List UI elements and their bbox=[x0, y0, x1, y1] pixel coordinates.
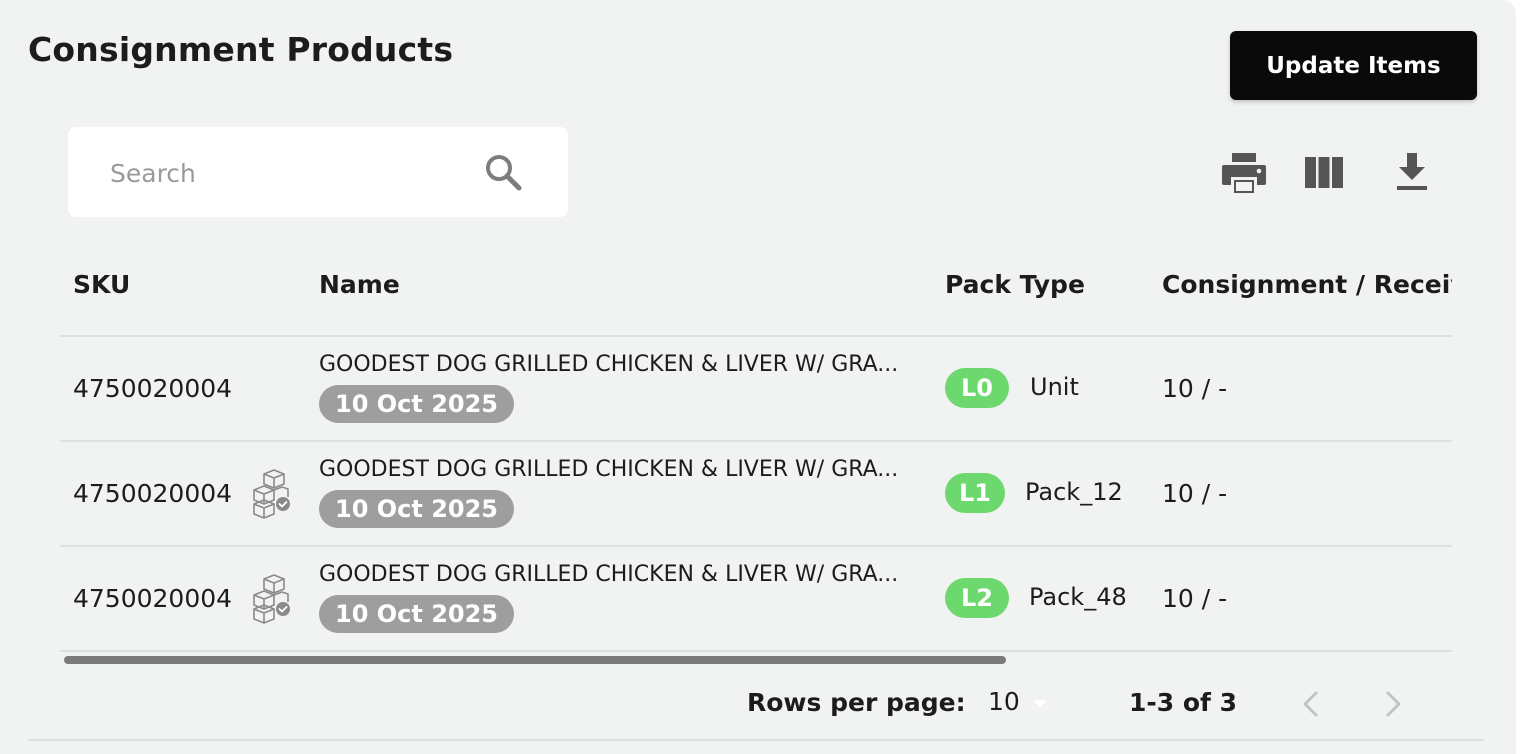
scrollbar-thumb[interactable] bbox=[64, 656, 1006, 664]
level-badge: L2 bbox=[945, 578, 1009, 618]
divider bbox=[28, 739, 1484, 741]
rows-per-page-select[interactable]: 10 bbox=[988, 684, 1058, 724]
quantity-cell: 10 / - bbox=[1162, 479, 1228, 508]
columns-icon[interactable] bbox=[1301, 150, 1347, 196]
pack-type-cell: Pack_48 bbox=[1029, 583, 1127, 611]
horizontal-scrollbar[interactable] bbox=[60, 656, 1452, 664]
column-header-consignment-received[interactable]: Consignment / Receiv bbox=[1162, 270, 1452, 299]
date-badge: 10 Oct 2025 bbox=[319, 385, 515, 423]
pack-type-cell: Unit bbox=[1030, 373, 1079, 401]
search-icon[interactable] bbox=[482, 151, 526, 195]
download-icon[interactable] bbox=[1389, 150, 1435, 196]
column-header-name[interactable]: Name bbox=[319, 270, 400, 299]
quantity-cell: 10 / - bbox=[1162, 584, 1228, 613]
previous-page-icon[interactable] bbox=[1294, 686, 1330, 722]
table-row[interactable]: 4750020004 GOODEST DOG GRILLED CHICKEN &… bbox=[60, 547, 1452, 651]
sku-cell: 4750020004 bbox=[73, 479, 233, 508]
divider bbox=[60, 650, 1452, 652]
sku-cell: 4750020004 bbox=[73, 374, 233, 403]
consignment-products-card: Consignment Products Update Items Search… bbox=[0, 0, 1516, 754]
rows-per-page-label: Rows per page: bbox=[747, 688, 966, 717]
table-row[interactable]: 4750020004 GOODEST DOG GRILLED CHICKEN &… bbox=[60, 337, 1452, 441]
print-icon[interactable] bbox=[1221, 150, 1267, 196]
level-badge: L0 bbox=[945, 368, 1009, 408]
update-items-button[interactable]: Update Items bbox=[1230, 31, 1477, 100]
next-page-icon[interactable] bbox=[1374, 686, 1410, 722]
table-row[interactable]: 4750020004 GOODEST DOG GRILLED CHICKEN &… bbox=[60, 442, 1452, 546]
sku-cell: 4750020004 bbox=[73, 584, 233, 613]
pack-type-cell: Pack_12 bbox=[1025, 478, 1123, 506]
search-box bbox=[68, 127, 568, 217]
rows-per-page-value: 10 bbox=[988, 687, 1020, 716]
date-badge: 10 Oct 2025 bbox=[319, 490, 515, 528]
products-table: SKU Name Pack Type Consignment / Receiv … bbox=[60, 240, 1452, 668]
date-badge: 10 Oct 2025 bbox=[319, 595, 515, 633]
product-name: GOODEST DOG GRILLED CHICKEN & LIVER W/ G… bbox=[319, 457, 899, 482]
column-header-pack-type[interactable]: Pack Type bbox=[945, 270, 1085, 299]
quantity-cell: 10 / - bbox=[1162, 374, 1228, 403]
pagination-range: 1-3 of 3 bbox=[1129, 688, 1238, 717]
column-header-sku[interactable]: SKU bbox=[73, 270, 130, 299]
level-badge: L1 bbox=[945, 473, 1005, 513]
dropdown-arrow-icon bbox=[1030, 696, 1050, 710]
pack-boxes-icon bbox=[250, 468, 294, 520]
product-name: GOODEST DOG GRILLED CHICKEN & LIVER W/ G… bbox=[319, 562, 899, 587]
page-title: Consignment Products bbox=[28, 30, 454, 69]
search-input[interactable] bbox=[108, 151, 472, 195]
product-name: GOODEST DOG GRILLED CHICKEN & LIVER W/ G… bbox=[319, 352, 899, 377]
pack-boxes-icon bbox=[250, 573, 294, 625]
